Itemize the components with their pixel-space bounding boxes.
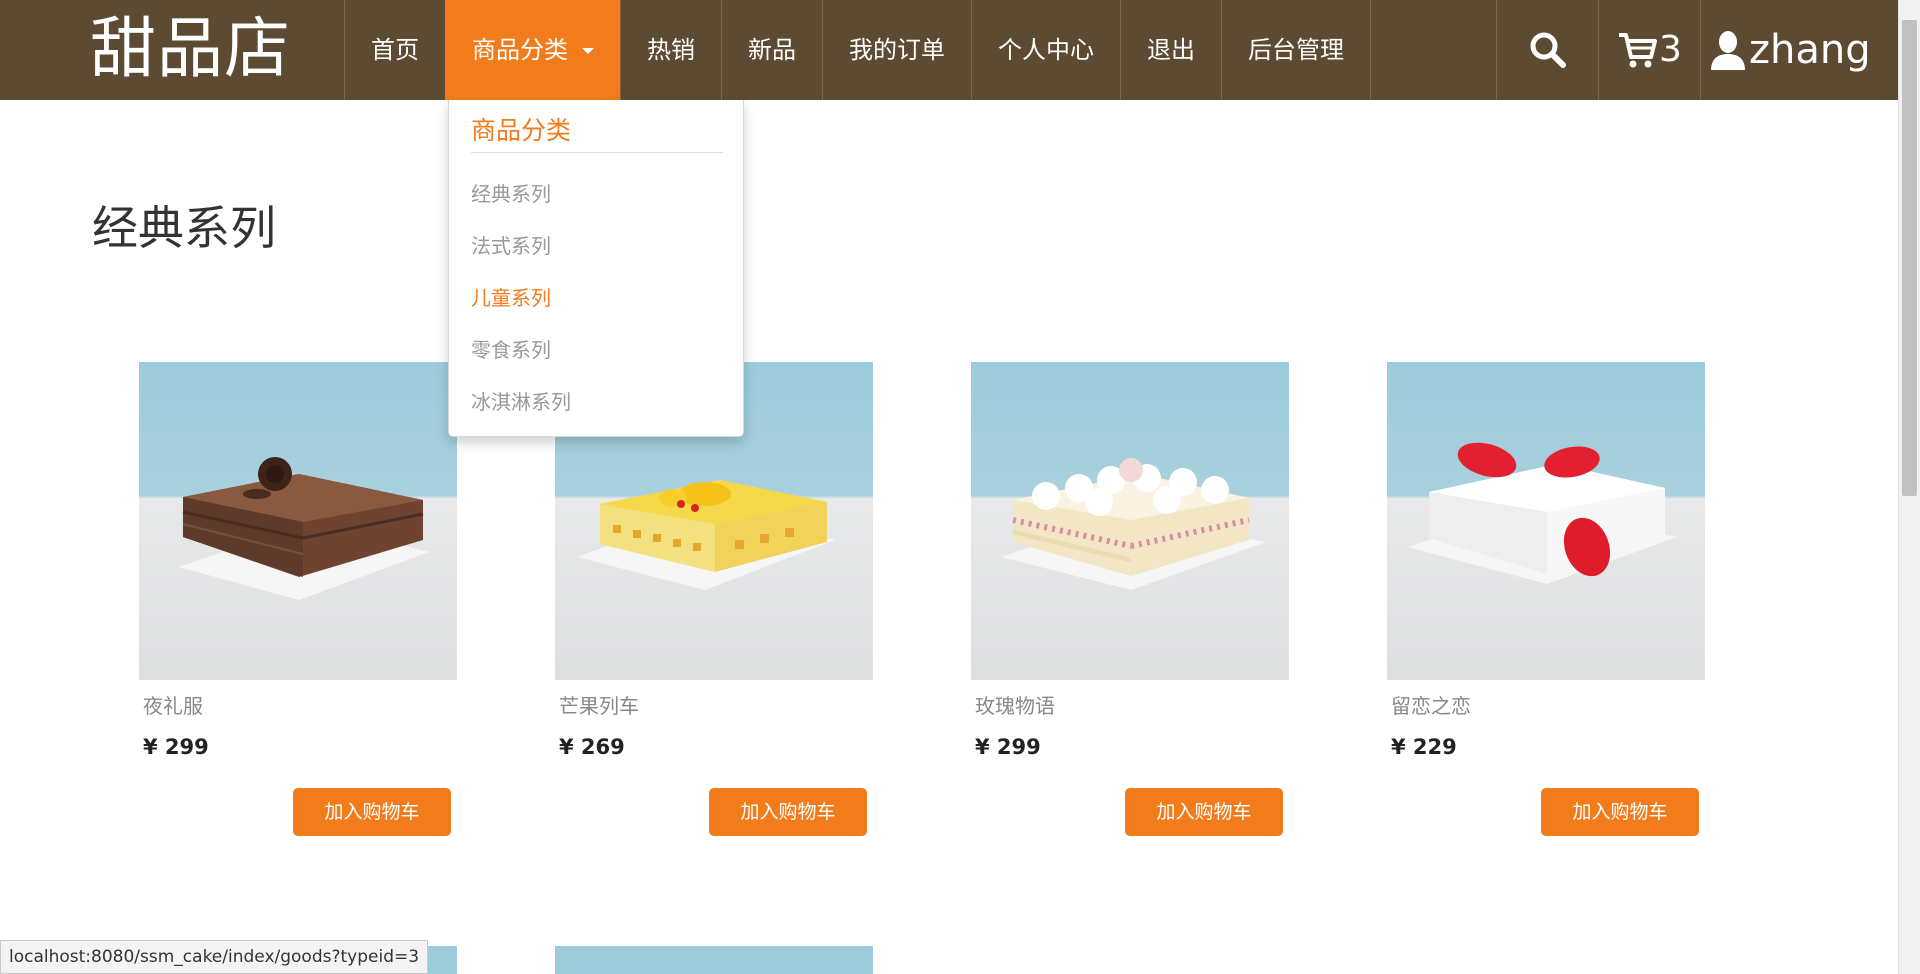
product-name[interactable]: 玫瑰物语 (975, 692, 1055, 720)
nav-new[interactable]: 新品 (721, 0, 822, 100)
vertical-scrollbar[interactable] (1898, 0, 1920, 974)
nav-categories-label: 商品分类 (472, 36, 568, 64)
nav-profile[interactable]: 个人中心 (971, 0, 1120, 100)
product-card: 留恋之恋 ¥ 229 加入购物车 (1387, 362, 1705, 836)
site-logo[interactable]: 甜品店 (90, 4, 291, 94)
product-name[interactable]: 夜礼服 (143, 692, 203, 720)
nav-hot[interactable]: 热销 (620, 0, 721, 100)
search-button[interactable] (1496, 0, 1598, 100)
scrollbar-thumb[interactable] (1902, 20, 1917, 496)
product-image-partial[interactable] (555, 946, 873, 974)
product-name[interactable]: 芒果列车 (559, 692, 639, 720)
product-price: ¥ 229 (1391, 735, 1457, 759)
nav-my-orders-label: 我的订单 (849, 36, 945, 64)
user-icon (1711, 31, 1745, 70)
nav-profile-label: 个人中心 (998, 36, 1094, 64)
user-menu[interactable]: zhang (1700, 0, 1890, 100)
nav-my-orders[interactable]: 我的订单 (822, 0, 971, 100)
dropdown-item-french[interactable]: 法式系列 (471, 231, 551, 261)
search-icon (1530, 32, 1566, 68)
product-image[interactable] (139, 362, 457, 680)
top-navbar: 甜品店 首页 商品分类 热销 新品 我的订单 个人中心 退出 后台管理 3 zh… (0, 0, 1898, 100)
nav-new-label: 新品 (748, 36, 796, 64)
nav-admin[interactable]: 后台管理 (1221, 0, 1371, 100)
dropdown-header: 商品分类 (471, 110, 723, 153)
add-to-cart-button[interactable]: 加入购物车 (1125, 788, 1283, 836)
header-actions: 3 zhang (1496, 0, 1890, 100)
main-nav: 首页 商品分类 热销 新品 我的订单 个人中心 退出 后台管理 (344, 0, 1371, 100)
nav-home[interactable]: 首页 (344, 0, 445, 100)
nav-logout[interactable]: 退出 (1120, 0, 1221, 100)
dropdown-item-icecream[interactable]: 冰淇淋系列 (471, 387, 571, 417)
cart-count-badge: 3 (1659, 29, 1682, 70)
product-card: 玫瑰物语 ¥ 299 加入购物车 (971, 362, 1289, 836)
category-dropdown-menu: 商品分类 经典系列 法式系列 儿童系列 零食系列 冰淇淋系列 (448, 100, 744, 437)
product-name[interactable]: 留恋之恋 (1391, 692, 1471, 720)
product-image[interactable] (1387, 362, 1705, 680)
section-title: 经典系列 (92, 201, 276, 255)
add-to-cart-button[interactable]: 加入购物车 (709, 788, 867, 836)
product-price: ¥ 299 (143, 735, 209, 759)
dropdown-item-kids[interactable]: 儿童系列 (471, 283, 551, 313)
product-price: ¥ 299 (975, 735, 1041, 759)
product-card: 夜礼服 ¥ 299 加入购物车 (139, 362, 457, 836)
browser-status-bar: localhost:8080/ssm_cake/index/goods?type… (0, 940, 429, 974)
caret-down-icon (582, 48, 594, 54)
nav-hot-label: 热销 (647, 36, 695, 64)
cart-icon (1619, 33, 1658, 68)
nav-categories[interactable]: 商品分类 (445, 0, 620, 100)
dropdown-item-snacks[interactable]: 零食系列 (471, 335, 551, 365)
nav-home-label: 首页 (371, 36, 419, 64)
add-to-cart-button[interactable]: 加入购物车 (1541, 788, 1699, 836)
cart-button[interactable]: 3 (1598, 0, 1700, 100)
product-image[interactable] (971, 362, 1289, 680)
product-price: ¥ 269 (559, 735, 625, 759)
username-label: zhang (1749, 27, 1871, 73)
dropdown-item-classic[interactable]: 经典系列 (471, 179, 551, 209)
nav-admin-label: 后台管理 (1248, 36, 1344, 64)
nav-logout-label: 退出 (1147, 36, 1195, 64)
add-to-cart-button[interactable]: 加入购物车 (293, 788, 451, 836)
